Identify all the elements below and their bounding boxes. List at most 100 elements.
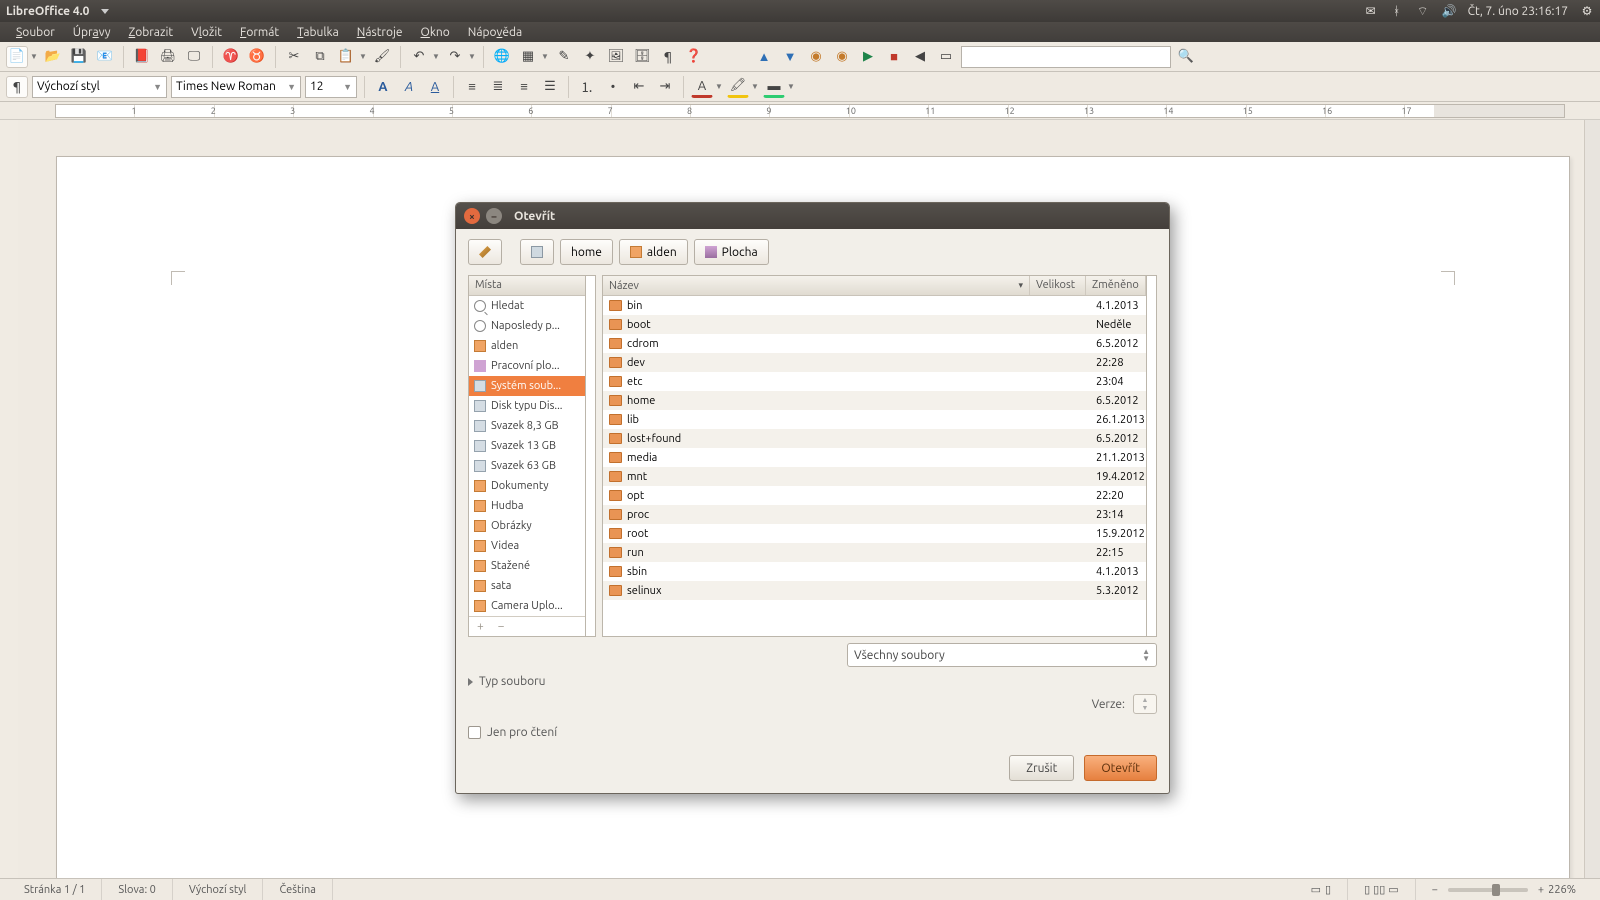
navigator-button[interactable]: ✦	[579, 46, 601, 68]
menu-okno[interactable]: Okno	[413, 24, 458, 41]
path-edit-button[interactable]	[468, 239, 502, 265]
places-item[interactable]: sata	[469, 576, 585, 596]
print-button[interactable]: 🖨	[157, 46, 179, 68]
path-seg-desktop[interactable]: Plocha	[694, 239, 769, 265]
menu-vlozit[interactable]: Vložit	[183, 24, 230, 41]
places-item[interactable]: Videa	[469, 536, 585, 556]
underline-button[interactable]: A	[424, 76, 446, 98]
align-center-button[interactable]: ≣	[487, 76, 509, 98]
close-icon[interactable]: ×	[464, 208, 480, 224]
insert-mode-icon[interactable]: ▭	[1311, 883, 1321, 896]
redo-arrow-icon[interactable]: ▼	[468, 52, 476, 61]
file-row[interactable]: proc23:14	[603, 505, 1146, 524]
new-window-icon[interactable]: ▭	[935, 46, 957, 68]
vertical-scrollbar[interactable]	[1584, 120, 1600, 878]
file-type-expander[interactable]: Typ souboru	[468, 675, 1157, 688]
styles-button[interactable]: ¶	[6, 76, 28, 98]
places-item[interactable]: Dokumenty	[469, 476, 585, 496]
path-seg-home[interactable]: home	[560, 239, 613, 265]
view-single-icon[interactable]: ▯	[1364, 883, 1370, 896]
session-gear-icon[interactable]: ⚙	[1580, 4, 1594, 18]
font-size-combo[interactable]: 12 ▼	[305, 76, 357, 98]
mail-icon[interactable]: ✉	[1364, 4, 1378, 18]
save-button[interactable]: 💾	[68, 46, 90, 68]
paste-button[interactable]: 📋	[335, 46, 357, 68]
macro-stop-icon[interactable]: ■	[883, 46, 905, 68]
filelist-scrollbar[interactable]	[1147, 275, 1157, 637]
font-color-arrow-icon[interactable]: ▼	[715, 82, 723, 91]
file-row[interactable]: root15.9.2012	[603, 524, 1146, 543]
numbered-list-button[interactable]: ⒈	[576, 76, 598, 98]
menu-format[interactable]: Formát	[232, 24, 287, 41]
bullet-list-button[interactable]: •	[602, 76, 624, 98]
places-item[interactable]: Obrázky	[469, 516, 585, 536]
print-preview-button[interactable]: 🖵	[183, 46, 205, 68]
menu-soubor[interactable]: Soubor	[8, 24, 63, 41]
saveas-button[interactable]: 📧	[94, 46, 116, 68]
places-item[interactable]: Svazek 13 GB	[469, 436, 585, 456]
view-multi-icon[interactable]: ▯▯	[1373, 883, 1385, 896]
status-words[interactable]: Slova: 0	[102, 879, 173, 900]
nav-down-icon[interactable]: ▼	[779, 46, 801, 68]
dialog-titlebar[interactable]: × – Otevřít	[456, 203, 1169, 229]
autospell-button[interactable]: ♉	[246, 46, 268, 68]
menu-tabulka[interactable]: Tabulka	[289, 24, 347, 41]
highlight-arrow-icon[interactable]: ▼	[751, 82, 759, 91]
paragraph-style-combo[interactable]: Výchozí styl ▼	[32, 76, 167, 98]
redo-button[interactable]: ↷	[444, 46, 466, 68]
places-add-icon[interactable]: +	[477, 620, 484, 633]
file-row[interactable]: bin4.1.2013	[603, 296, 1146, 315]
table-button[interactable]: ▦	[517, 46, 539, 68]
app-title[interactable]: LibreOffice 4.0	[6, 5, 89, 18]
status-page[interactable]: Stránka 1 / 1	[8, 879, 102, 900]
file-row[interactable]: sbin4.1.2013	[603, 562, 1146, 581]
paste-arrow-icon[interactable]: ▼	[359, 52, 367, 61]
find-toggle-icon[interactable]: 🔍	[1175, 46, 1197, 68]
view-book-icon[interactable]: ▭	[1388, 883, 1398, 896]
menu-nastroje[interactable]: Nástroje	[349, 24, 411, 41]
file-row[interactable]: opt22:20	[603, 486, 1146, 505]
places-item[interactable]: Svazek 8,3 GB	[469, 416, 585, 436]
file-row[interactable]: dev22:28	[603, 353, 1146, 372]
cut-button[interactable]: ✂	[283, 46, 305, 68]
places-remove-icon[interactable]: −	[498, 620, 505, 633]
minimize-icon[interactable]: –	[486, 208, 502, 224]
datasource-button[interactable]: 🗄	[631, 46, 653, 68]
new-doc-arrow-icon[interactable]: ▼	[30, 52, 38, 61]
file-row[interactable]: bootNeděle	[603, 315, 1146, 334]
status-style[interactable]: Výchozí styl	[173, 879, 264, 900]
places-item[interactable]: Camera Uplo...	[469, 596, 585, 616]
horizontal-ruler[interactable]: 123456789101112131415161718	[0, 102, 1600, 120]
places-item[interactable]: Hledat	[469, 296, 585, 316]
menu-upravy[interactable]: Úpravy	[65, 24, 119, 41]
file-row[interactable]: cdrom6.5.2012	[603, 334, 1146, 353]
new-doc-button[interactable]: 📄	[6, 46, 28, 68]
nav-next-icon[interactable]: ◉	[831, 46, 853, 68]
places-item[interactable]: alden	[469, 336, 585, 356]
hyperlink-button[interactable]: 🌐	[491, 46, 513, 68]
panel-clock[interactable]: Čt, 7. úno 23:16:17	[1468, 5, 1568, 18]
bluetooth-icon[interactable]: ᚼ	[1390, 5, 1404, 18]
indent-inc-button[interactable]: ⇥	[654, 76, 676, 98]
align-right-button[interactable]: ≡	[513, 76, 535, 98]
nav-up-icon[interactable]: ▲	[753, 46, 775, 68]
italic-button[interactable]: A	[398, 76, 420, 98]
col-date-header[interactable]: Změněno	[1086, 276, 1146, 295]
indent-dec-button[interactable]: ⇤	[628, 76, 650, 98]
file-row[interactable]: etc23:04	[603, 372, 1146, 391]
bold-button[interactable]: A	[372, 76, 394, 98]
nav-prev-icon[interactable]: ◉	[805, 46, 827, 68]
status-lang[interactable]: Čeština	[263, 879, 333, 900]
places-item[interactable]: Stažené	[469, 556, 585, 576]
gallery-button[interactable]: 🖼	[605, 46, 627, 68]
wifi-icon[interactable]: ⌔	[1416, 4, 1430, 19]
zoom-value[interactable]: 226%	[1548, 884, 1576, 896]
font-name-combo[interactable]: Times New Roman ▼	[171, 76, 301, 98]
places-item[interactable]: Naposledy p...	[469, 316, 585, 336]
menu-napoveda[interactable]: Nápověda	[460, 24, 530, 41]
font-color-button[interactable]: A	[691, 76, 713, 98]
open-button[interactable]: Otevřít	[1084, 755, 1157, 781]
export-pdf-button[interactable]: 📕	[131, 46, 153, 68]
macro-rec-icon[interactable]: ◀	[909, 46, 931, 68]
menu-zobrazit[interactable]: Zobrazit	[121, 24, 182, 41]
